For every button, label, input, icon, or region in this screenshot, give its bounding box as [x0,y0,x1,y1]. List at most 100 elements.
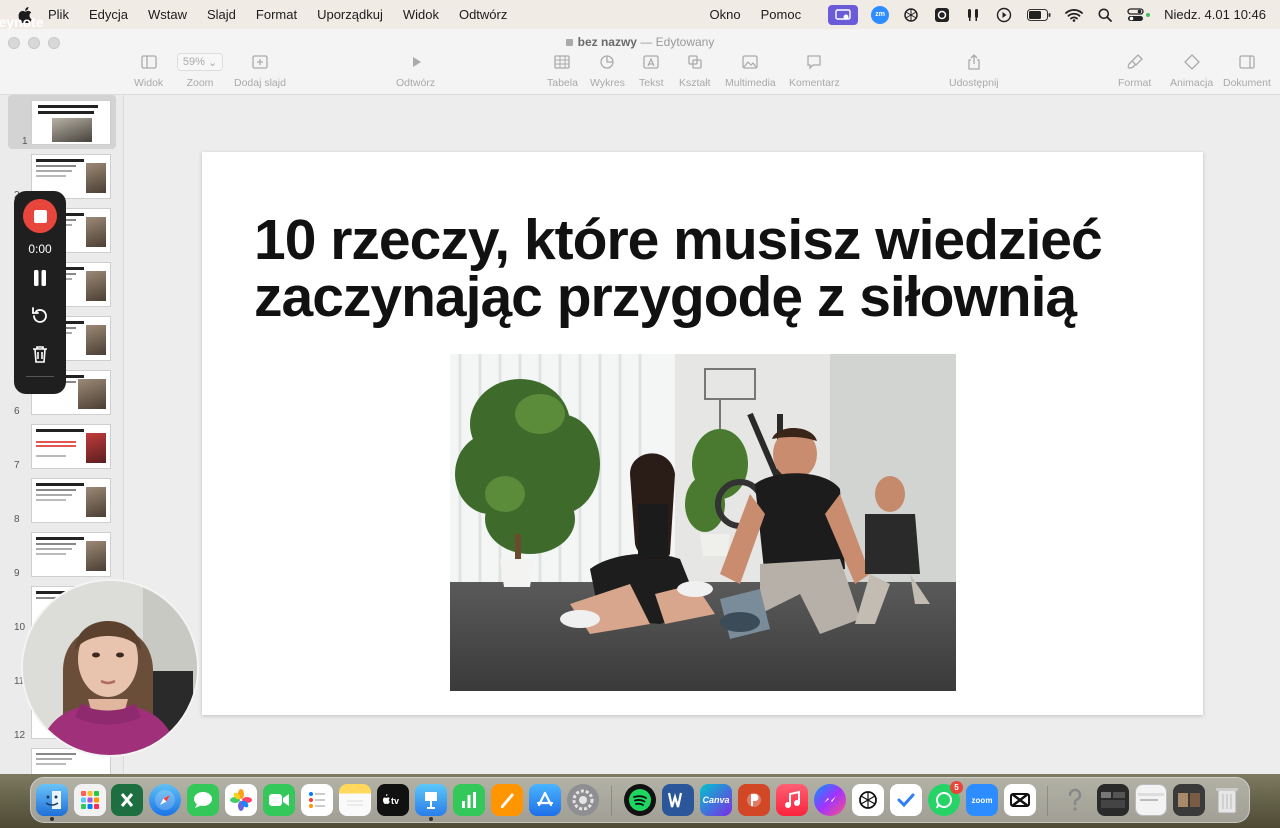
menu-bar: Keynote Plik Edycja Wstaw Slajd Format U… [0,0,1280,30]
play-status-icon[interactable] [995,6,1013,24]
trash-icon[interactable] [1211,784,1243,816]
system-settings-icon[interactable] [567,784,599,816]
menu-help[interactable]: Pomoc [761,7,801,22]
delete-recording-button[interactable] [28,342,52,366]
keynote-icon[interactable] [415,784,447,821]
text-icon [643,55,659,69]
toolbar-text-label: Tekst [639,77,664,89]
slide-thumbnail-9[interactable]: 9 [0,527,123,581]
toolbar-play-button[interactable]: Odtwórz [396,53,435,89]
webcam-bubble[interactable] [21,579,199,757]
toolbar-zoom-control[interactable]: 59% ⌄ Zoom [177,53,223,89]
presenter-video-illustration [23,581,197,755]
toolbar-comment-button[interactable]: Komentarz [789,53,840,89]
pause-icon [34,270,46,286]
toolbar-format-button[interactable]: Format [1118,53,1151,89]
toolbar-chart-button[interactable]: Wykres [590,53,625,89]
chatgpt-status-icon[interactable] [902,6,920,24]
toolbar-document-button[interactable]: Dokument [1223,53,1271,89]
wifi-icon[interactable] [1065,6,1083,24]
menu-edit[interactable]: Edycja [89,7,128,22]
control-center-icon[interactable] [1127,6,1151,24]
zoom-dropdown[interactable]: 59% ⌄ [177,53,223,71]
menu-arrange[interactable]: Uporządkuj [317,7,383,22]
menu-file[interactable]: Plik [48,7,69,22]
menu-insert[interactable]: Wstaw [148,7,187,22]
finder-icon[interactable] [36,784,68,821]
slide-title[interactable]: 10 rzeczy, które musisz wiedzieć zaczyna… [254,212,1174,326]
help-question-icon[interactable] [1059,784,1091,816]
apple-tv-icon[interactable]: tv [377,784,409,816]
messages-icon[interactable] [187,784,219,816]
zoom-app-icon[interactable]: zoom [966,784,998,816]
menubar-status-area: Okno Pomoc zm Niedz. 4.01 10:46 [710,0,1266,29]
safari-icon[interactable] [149,784,181,816]
notes-icon[interactable] [339,784,371,816]
facetime-icon[interactable] [263,784,295,816]
slide-number: 1 [22,136,28,147]
menu-view[interactable]: Widok [403,7,439,22]
toolbar-view-button[interactable]: Widok [134,53,163,89]
search-icon[interactable] [1096,6,1114,24]
slide-number: 6 [14,406,20,417]
canva-icon[interactable]: Canva [700,784,732,816]
whatsapp-icon[interactable]: 5 [928,781,963,816]
airpods-icon[interactable] [964,6,982,24]
menu-play[interactable]: Odtwórz [459,7,507,22]
stop-icon [33,209,47,223]
toolbar-shape-label: Kształt [679,77,711,89]
reminders-icon[interactable] [301,784,333,816]
toolbar-add-slide-button[interactable]: Dodaj slajd [234,53,286,89]
menu-slide[interactable]: Slajd [207,7,236,22]
tasks-icon[interactable] [890,784,922,816]
toolbar-text-button[interactable]: Tekst [639,53,664,89]
photos-icon[interactable] [225,784,257,816]
chevron-down-icon: ⌄ [207,56,218,69]
screen-record-icon[interactable] [828,4,859,25]
gear-status-icon[interactable] [933,6,951,24]
slide-thumbnail-1[interactable]: 1 [8,95,116,149]
current-slide[interactable]: 10 rzeczy, które musisz wiedzieć zaczyna… [202,152,1203,715]
pages-icon[interactable] [491,784,523,816]
menubar-clock[interactable]: Niedz. 4.01 10:46 [1164,7,1266,22]
battery-icon[interactable] [1026,6,1052,24]
toolbar-media-button[interactable]: Multimedia [725,53,776,89]
launchpad-icon[interactable] [74,784,106,816]
toolbar-play-label: Odtwórz [396,77,436,89]
excel-icon[interactable] [111,784,143,816]
menu-format[interactable]: Format [256,7,297,22]
numbers-icon[interactable] [453,784,485,816]
slide-canvas[interactable]: 10 rzeczy, które musisz wiedzieć zaczyna… [125,95,1280,774]
slide-photo[interactable] [450,354,956,691]
powerpoint-icon[interactable] [738,784,770,816]
document-status: Edytowany [655,35,715,49]
slide-thumbnail-7[interactable]: 7 [0,419,123,473]
toolbar-table-button[interactable]: Tabela [547,53,578,89]
chatgpt-icon[interactable] [852,784,884,816]
app-store-icon[interactable] [529,784,561,816]
messenger-icon[interactable] [814,784,846,816]
zoom-status-icon[interactable]: zm [871,5,890,24]
spotify-icon[interactable] [624,784,656,816]
recent-window-thumbnail-3[interactable] [1173,784,1205,816]
recent-window-thumbnail-1[interactable] [1097,784,1129,816]
music-icon[interactable] [776,784,808,816]
toolbar-animate-button[interactable]: Animacja [1170,53,1213,89]
capcut-icon[interactable] [1004,784,1036,816]
slide-number: 8 [14,514,20,525]
toolbar-animate-label: Animacja [1170,77,1214,89]
menu-window[interactable]: Okno [710,7,741,22]
toolbar-shape-button[interactable]: Kształt [679,53,711,89]
animate-icon [1183,54,1200,70]
slide-thumbnail-8[interactable]: 8 [0,473,123,527]
slide-number: 7 [14,460,20,471]
sidebar-icon [140,55,157,69]
word-icon[interactable] [662,784,694,816]
recent-window-thumbnail-2[interactable] [1135,784,1167,816]
trash-icon [33,346,47,363]
toolbar-share-button[interactable]: Udostępnij [949,53,999,89]
restart-recording-button[interactable] [28,304,52,328]
toolbar-table-label: Tabela [547,77,578,89]
stop-recording-button[interactable] [23,199,57,233]
pause-recording-button[interactable] [28,266,52,290]
